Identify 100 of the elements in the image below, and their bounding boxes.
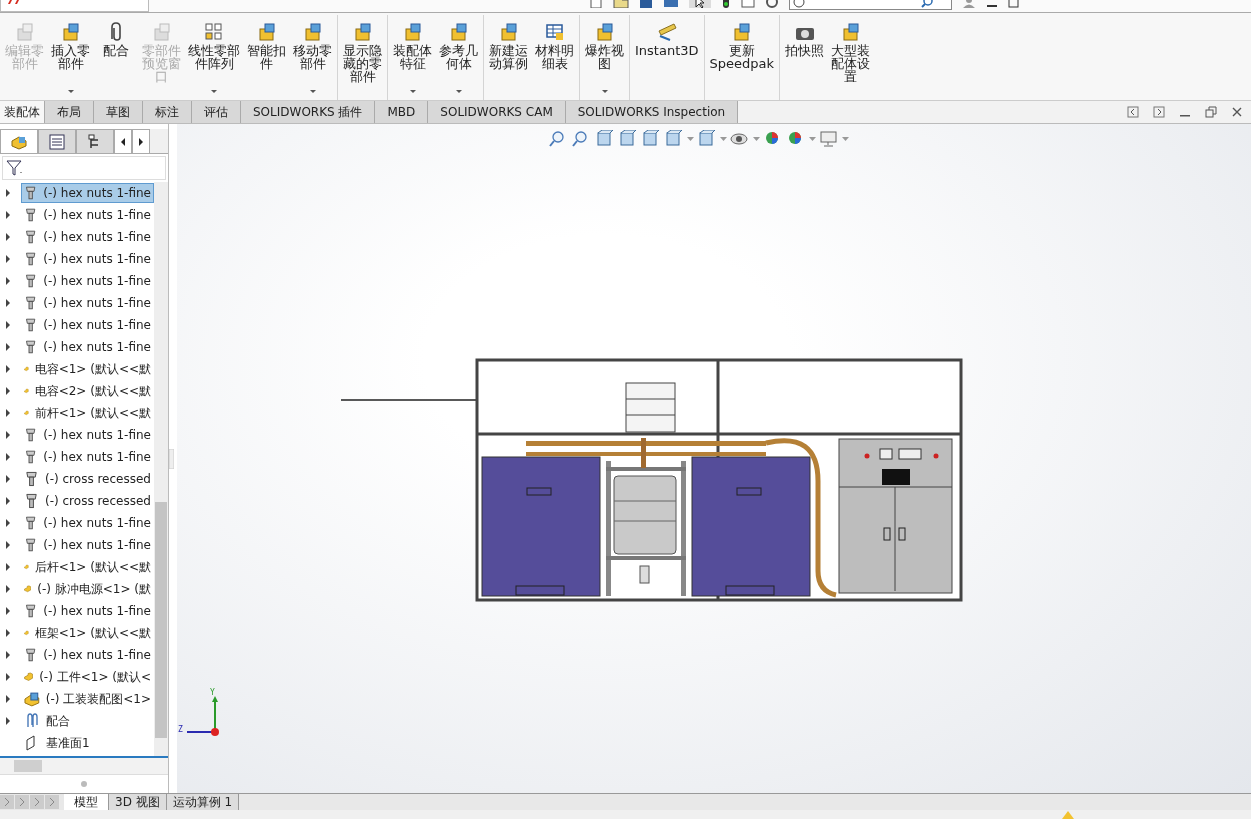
tree-item[interactable]: 前杆<1> (默认<<默 <box>21 402 154 424</box>
ribbon-button[interactable]: 显示隐 藏的零 部件 <box>340 19 385 96</box>
expand-arrow-icon[interactable] <box>5 585 11 593</box>
ribbon-button[interactable]: 大型装 配体设 置 <box>828 19 874 96</box>
close-icon[interactable] <box>1231 106 1243 118</box>
caret-icon[interactable] <box>842 137 849 141</box>
ribbon-button[interactable]: 参考几 何体 <box>436 19 481 96</box>
ribbon-button[interactable]: 线性零部 件阵列 <box>185 19 243 96</box>
expand-arrow-icon[interactable] <box>5 321 11 329</box>
tile-right-icon[interactable] <box>1153 106 1165 118</box>
tree-item[interactable]: (-) cross recessed <box>21 469 154 489</box>
caret-icon[interactable] <box>809 137 816 141</box>
ribbon-tab[interactable]: SOLIDWORKS Inspection <box>565 101 739 123</box>
expand-arrow-icon[interactable] <box>5 189 11 197</box>
tree-item[interactable]: (-) hex nuts 1-fine <box>21 513 154 533</box>
expand-arrow-icon[interactable] <box>5 211 11 219</box>
ribbon-tab[interactable]: SOLIDWORKS 插件 <box>241 101 376 123</box>
expand-arrow-icon[interactable] <box>5 717 11 725</box>
ribbon-tab[interactable]: SOLIDWORKS CAM <box>428 101 566 123</box>
ribbon-button[interactable]: 移动零 部件 <box>290 19 335 96</box>
tree-item[interactable]: (-) 工件<1> (默认< <box>21 666 154 688</box>
expand-arrow-icon[interactable] <box>5 497 11 505</box>
tree-item[interactable]: (-) hex nuts 1-fine <box>21 425 154 445</box>
ribbon-button[interactable]: 新建运 动算例 <box>486 19 531 96</box>
ribbon-button[interactable]: 更新 Speedpak <box>706 19 778 96</box>
expand-arrow-icon[interactable] <box>5 299 11 307</box>
ribbon-button[interactable]: 插入零 部件 <box>48 19 93 96</box>
tree-item[interactable]: (-) hex nuts 1-fine <box>21 271 154 291</box>
tree-item[interactable]: (-) cross recessed <box>21 491 154 511</box>
model-tab[interactable]: 3D 视图 <box>109 794 167 810</box>
ribbon-button[interactable]: 拍快照 <box>782 19 828 96</box>
horizontal-scrollbar[interactable] <box>0 756 168 774</box>
expand-arrow-icon[interactable] <box>5 343 11 351</box>
scroll-left-button[interactable] <box>114 129 132 153</box>
caret-icon[interactable] <box>753 137 760 141</box>
ribbon-tab[interactable]: 装配体 <box>0 101 45 123</box>
splitter-handle-icon[interactable] <box>80 780 88 788</box>
tree-item[interactable]: (-) hex nuts 1-fine <box>21 205 154 225</box>
tree-item[interactable]: 电容<1> (默认<<默 <box>21 358 154 380</box>
tree-item[interactable]: 电容<2> (默认<<默 <box>21 380 154 402</box>
expand-arrow-icon[interactable] <box>5 453 11 461</box>
previous-view-icon[interactable] <box>595 130 615 148</box>
dynamic-annotation-icon[interactable] <box>641 130 661 148</box>
tree-item[interactable]: (-) hex nuts 1-fine <box>21 293 154 313</box>
ribbon-button[interactable]: 配合 <box>94 19 138 96</box>
expand-arrow-icon[interactable] <box>5 409 11 417</box>
expand-arrow-icon[interactable] <box>5 277 11 285</box>
ribbon-button[interactable]: 装配体 特征 <box>390 19 435 96</box>
tree-item[interactable]: 后杆<1> (默认<<默 <box>21 556 154 578</box>
ribbon-tab[interactable]: 标注 <box>143 101 192 123</box>
restore-icon[interactable] <box>1205 106 1217 118</box>
expand-arrow-icon[interactable] <box>5 629 11 637</box>
ribbon-tab[interactable]: 草图 <box>94 101 143 123</box>
graphics-area[interactable]: Y Z <box>177 124 1251 793</box>
view-orientation-icon[interactable] <box>664 130 684 148</box>
expand-arrow-icon[interactable] <box>5 255 11 263</box>
ribbon-tab[interactable]: 布局 <box>45 101 94 123</box>
section-view-icon[interactable] <box>618 130 638 148</box>
feature-manager-tab[interactable] <box>0 129 38 153</box>
expand-arrow-icon[interactable] <box>5 695 11 703</box>
property-manager-tab[interactable] <box>38 129 76 153</box>
filter-field[interactable] <box>2 156 166 180</box>
tree-item[interactable]: 配合 <box>21 710 154 732</box>
expand-arrow-icon[interactable] <box>5 387 11 395</box>
expand-arrow-icon[interactable] <box>5 431 11 439</box>
expand-arrow-icon[interactable] <box>5 651 11 659</box>
model-tab[interactable]: 模型 <box>64 794 109 810</box>
ribbon-tab[interactable]: 评估 <box>192 101 241 123</box>
tree-item[interactable]: 框架<1> (默认<<默 <box>21 622 154 644</box>
tree-item[interactable]: (-) hex nuts 1-fine <box>21 447 154 467</box>
model-tab[interactable]: 运动算例 1 <box>166 794 240 810</box>
ribbon-button[interactable]: 材料明 细表 <box>532 19 577 96</box>
ribbon-button[interactable]: 爆炸视 图 <box>582 19 627 96</box>
tree-item[interactable]: (-) hex nuts 1-fine <box>21 227 154 247</box>
tree-item[interactable]: (-) hex nuts 1-fine <box>21 535 154 555</box>
tree-item[interactable]: (-) hex nuts 1-fine <box>21 337 154 357</box>
caret-icon[interactable] <box>687 137 694 141</box>
ribbon-button[interactable]: 智能扣 件 <box>244 19 289 96</box>
tree-item[interactable]: (-) hex nuts 1-fine <box>21 183 154 203</box>
tree-item[interactable]: 基准面1 <box>21 732 154 754</box>
hide-show-icon[interactable] <box>730 130 750 148</box>
expand-arrow-icon[interactable] <box>5 519 11 527</box>
tile-left-icon[interactable] <box>1127 106 1139 118</box>
tree-item[interactable]: (-) hex nuts 1-fine <box>21 645 154 665</box>
expand-arrow-icon[interactable] <box>5 673 11 681</box>
expand-arrow-icon[interactable] <box>5 607 11 615</box>
expand-arrow-icon[interactable] <box>5 233 11 241</box>
ribbon-tab[interactable]: MBD <box>375 101 429 123</box>
configuration-tab[interactable] <box>76 129 114 153</box>
display-style-icon[interactable] <box>697 130 717 148</box>
ribbon-button[interactable]: Instant3D <box>632 19 702 96</box>
tree-item[interactable]: (-) 脉冲电源<1> (默 <box>21 578 154 600</box>
tree-item[interactable]: (-) hex nuts 1-fine <box>21 315 154 335</box>
tree-item[interactable]: (-) 工装装配图<1> <box>21 688 154 710</box>
expand-arrow-icon[interactable] <box>5 475 11 483</box>
tree-item[interactable]: (-) hex nuts 1-fine <box>21 249 154 269</box>
expand-arrow-icon[interactable] <box>5 365 11 373</box>
tree-item[interactable]: (-) hex nuts 1-fine <box>21 601 154 621</box>
scroll-right-button[interactable] <box>132 129 150 153</box>
expand-arrow-icon[interactable] <box>5 541 11 549</box>
